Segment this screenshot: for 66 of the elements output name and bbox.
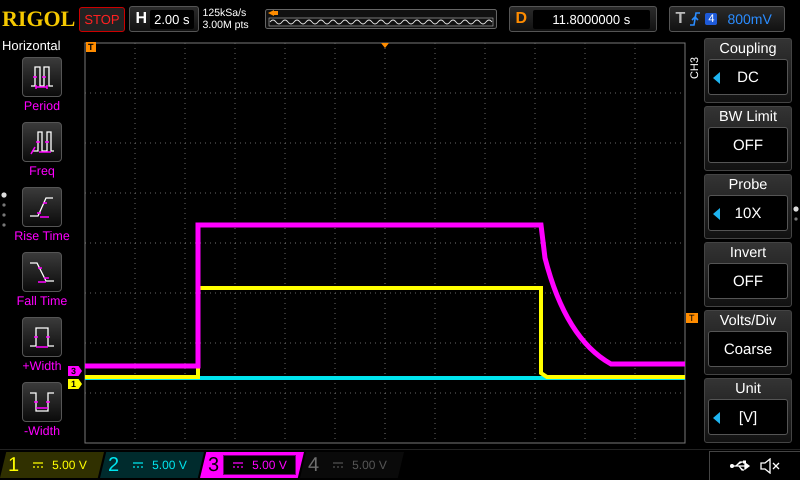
delay-box[interactable]: D 11.8000000 s: [508, 6, 657, 32]
channel-name: CH3: [689, 57, 701, 79]
menu-value-button[interactable]: [V]: [708, 399, 788, 435]
trigger-position-arrow-icon: [381, 43, 389, 48]
channel-marker[interactable]: 3: [68, 366, 82, 376]
channel-scale: 5.00 V: [352, 458, 387, 472]
menu-label: Unit: [735, 381, 761, 397]
measure-button[interactable]: [22, 317, 62, 357]
timebase-box[interactable]: H 2.00 s: [128, 6, 199, 32]
sample-rate: 125kSa/s: [202, 7, 248, 19]
measure-label: Period: [24, 99, 60, 113]
channel-number: 1: [8, 454, 20, 476]
timebase-value: 2.00 s: [150, 10, 194, 28]
menu-value-button[interactable]: 10X: [708, 195, 788, 231]
timebase-label: H: [136, 10, 148, 28]
measure-label: Rise Time: [14, 229, 70, 243]
page-indicator-icon: [1, 192, 7, 228]
trigger-label: T: [676, 10, 686, 28]
trigger-level-marker: T: [686, 313, 698, 323]
mute-speaker-icon: [760, 458, 780, 474]
delay-value: 11.8000000 s: [533, 10, 650, 28]
menu-label: Coupling: [719, 41, 777, 57]
trigger-box[interactable]: T 4 800mV: [668, 6, 785, 32]
channel-tab[interactable]: 2 5.00 V: [100, 452, 204, 478]
dc-coupling-icon: [132, 461, 144, 469]
usb-icon: [730, 460, 752, 472]
dc-coupling-icon: [32, 461, 44, 469]
channel-marker[interactable]: 1: [68, 379, 82, 389]
measure-button[interactable]: [22, 382, 62, 422]
channel-tab[interactable]: 3 5.00 V: [200, 452, 304, 478]
trigger-position-marker: T: [86, 42, 96, 52]
measure-label: Freq: [29, 164, 55, 178]
measure-label: +Width: [22, 359, 62, 373]
channel-tab[interactable]: 1 5.00 V: [0, 452, 104, 478]
measure-button[interactable]: [22, 122, 62, 162]
measure-button[interactable]: [22, 252, 62, 292]
brand-logo: RIGOL: [2, 6, 76, 32]
channel-scale: 5.00 V: [152, 458, 187, 472]
menu-title: Horizontal: [2, 38, 61, 53]
menu-label: Probe: [728, 177, 768, 193]
run-state[interactable]: STOP: [79, 6, 125, 32]
menu-value-button[interactable]: Coarse: [708, 331, 788, 367]
channel-number: 3: [208, 454, 220, 476]
trigger-source-badge: 4: [705, 13, 718, 25]
memory-depth: 3.00M pts: [202, 19, 250, 31]
page-indicator-icon: [793, 206, 799, 222]
measure-button[interactable]: [22, 57, 62, 97]
menu-label: Invert: [730, 245, 766, 261]
channel-number: 4: [308, 454, 320, 476]
menu-value-button[interactable]: OFF: [708, 127, 788, 163]
delay-label: D: [516, 10, 528, 28]
menu-value-button[interactable]: DC: [708, 59, 788, 95]
channel-number: 2: [108, 454, 120, 476]
dc-coupling-icon: [332, 461, 344, 469]
trigger-level: 800mV: [727, 11, 772, 27]
measure-label: -Width: [24, 424, 60, 438]
menu-label: BW Limit: [719, 109, 777, 125]
menu-value-button[interactable]: OFF: [708, 263, 788, 299]
channel-scale: 5.00 V: [52, 458, 87, 472]
measure-label: Fall Time: [16, 294, 68, 308]
rising-edge-icon: [689, 11, 702, 27]
channel-tab[interactable]: 4 5.00 V: [300, 452, 404, 478]
channel-scale: 5.00 V: [252, 458, 287, 472]
menu-label: Volts/Div: [720, 313, 776, 329]
measure-button[interactable]: [22, 187, 62, 227]
dc-coupling-icon: [232, 461, 244, 469]
